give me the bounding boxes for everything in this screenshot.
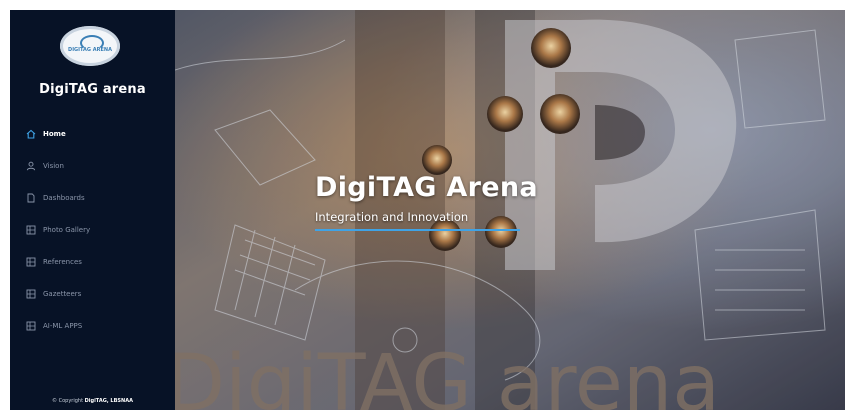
logo-mark-icon xyxy=(80,35,104,51)
sidebar-item-references[interactable]: References xyxy=(10,246,175,278)
sidebar-nav: Home Vision Dashboards Photo Gallery Ref… xyxy=(10,118,175,342)
sidebar-item-label: AI-ML APPS xyxy=(43,322,83,330)
sidebar-item-label: Home xyxy=(43,130,66,138)
sidebar-item-vision[interactable]: Vision xyxy=(10,150,175,182)
copyright-prefix: © Copyright xyxy=(52,398,84,404)
sidebar-item-label: Dashboards xyxy=(43,194,85,202)
hero-underline xyxy=(315,229,520,231)
home-icon xyxy=(26,129,36,139)
grid-icon xyxy=(26,225,36,235)
sidebar-item-home[interactable]: Home xyxy=(10,118,175,150)
sidebar-item-gazetteers[interactable]: Gazetteers xyxy=(10,278,175,310)
sidebar-item-ai-ml-apps[interactable]: AI-ML APPS xyxy=(10,310,175,342)
hero-banner: DigiTAG arena DigiTAG Arena Integration … xyxy=(175,10,845,410)
sidebar-item-label: Vision xyxy=(43,162,64,170)
sidebar-item-label: References xyxy=(43,258,82,266)
logo[interactable]: DIGITAG ARENA xyxy=(60,26,120,66)
copyright: © Copyright DigiTAG, LBSNAA xyxy=(10,398,175,404)
hero-title: DigiTAG Arena xyxy=(315,172,538,203)
copyright-org: DigiTAG, LBSNAA xyxy=(84,398,133,404)
sidebar-item-label: Gazetteers xyxy=(43,290,82,298)
sidebar-item-photo-gallery[interactable]: Photo Gallery xyxy=(10,214,175,246)
grid-icon xyxy=(26,321,36,331)
grid-icon xyxy=(26,257,36,267)
hero-background-image: DigiTAG arena xyxy=(175,10,845,410)
user-icon xyxy=(26,161,36,171)
document-icon xyxy=(26,193,36,203)
sidebar-item-dashboards[interactable]: Dashboards xyxy=(10,182,175,214)
grid-icon xyxy=(26,289,36,299)
sidebar-item-label: Photo Gallery xyxy=(43,226,91,234)
sidebar: DIGITAG ARENA DigiTAG arena Home Vision xyxy=(10,10,175,410)
hero-subtitle: Integration and Innovation xyxy=(315,210,469,224)
app-window: DIGITAG ARENA DigiTAG arena Home Vision xyxy=(10,10,845,410)
brand-name: DigiTAG arena xyxy=(39,82,146,97)
